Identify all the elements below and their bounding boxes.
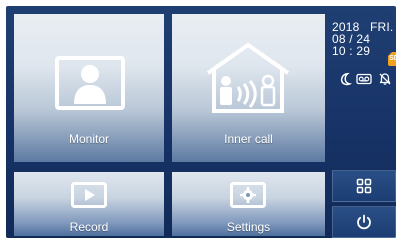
monitor-icon [55, 56, 125, 110]
gear-icon [230, 182, 266, 208]
play-icon [71, 182, 107, 208]
settings-tile[interactable]: Settings [172, 172, 325, 236]
year-text: 2018 [332, 20, 360, 34]
monitor-label: Monitor [68, 132, 109, 146]
voicemail-icon [356, 72, 372, 86]
weekday-text: FRI. [370, 20, 394, 34]
power-icon [357, 214, 371, 230]
status-panel: 2018 FRI. 08 / 24 10 : 29 SD [332, 12, 396, 124]
monitor-tile[interactable]: Monitor [14, 14, 164, 162]
grid-icon [356, 178, 372, 194]
inner-call-icon [202, 39, 294, 115]
time-text: 10 : 29 [332, 44, 371, 58]
moon-icon [338, 72, 353, 86]
inner-call-tile[interactable]: Inner call [172, 14, 325, 162]
record-label: Record [69, 220, 109, 234]
record-tile[interactable]: Record [14, 172, 164, 236]
intercom-home-screen: Monitor Inner call Record Settings 2018 … [6, 6, 396, 238]
power-button[interactable] [332, 206, 396, 238]
bell-muted-icon [378, 72, 392, 86]
inner-call-label: Inner call [224, 132, 273, 146]
date-text: 08 / 24 [332, 32, 371, 46]
settings-label: Settings [226, 220, 271, 234]
menu-button[interactable] [332, 170, 396, 202]
sd-badge-text: SD [389, 55, 396, 62]
sd-card-icon: SD [388, 52, 396, 66]
